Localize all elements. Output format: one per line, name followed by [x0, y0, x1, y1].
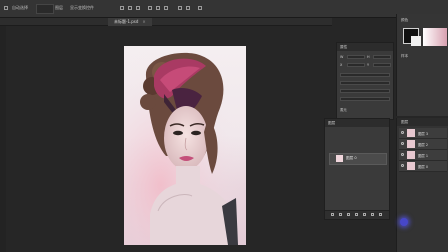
layer-name: 图层 0: [346, 156, 357, 160]
layers-list-title: 图层: [401, 120, 409, 124]
layer-list-item[interactable]: 图层 1: [399, 150, 447, 161]
layers-panel: 图层 图层 0: [324, 118, 390, 220]
layers-header: 图层: [325, 119, 389, 127]
layer-thumbnail: [336, 155, 343, 162]
adjustment-icon[interactable]: [355, 213, 358, 216]
properties-panel: 属性 W H X Y 蒸元: [336, 42, 394, 120]
new-layer-icon[interactable]: [371, 213, 374, 216]
3d-mode-icon[interactable]: [198, 6, 202, 10]
align-left-icon[interactable]: [120, 6, 124, 10]
layer-list-name: 图层 2: [418, 143, 429, 147]
layer-label: 图层: [55, 5, 63, 10]
move-tool-icon[interactable]: [4, 6, 8, 10]
distribute-icon-2[interactable]: [186, 6, 190, 10]
prop-w-label: W: [340, 55, 344, 59]
show-transform-label[interactable]: 显示变换控件: [70, 5, 94, 11]
options-bar: 自动选择 图层 显示变换控件: [0, 0, 448, 18]
color-panel-title: 颜色: [401, 18, 409, 22]
eye-icon[interactable]: [401, 131, 404, 134]
prop-h-label: H: [367, 55, 370, 59]
eye-icon[interactable]: [401, 153, 404, 156]
layer-list-name: 图层 0: [418, 165, 429, 169]
eye-icon[interactable]: [401, 142, 404, 145]
background-color-swatch[interactable]: [411, 36, 421, 46]
link-icon[interactable]: [331, 213, 334, 216]
layer-list-item[interactable]: 图层 3: [399, 128, 447, 139]
layer-row[interactable]: 图层 0: [329, 153, 387, 165]
prop-w-field[interactable]: [347, 55, 365, 59]
prop-row[interactable]: [340, 97, 390, 101]
align-top-icon[interactable]: [148, 6, 152, 10]
align-middle-icon[interactable]: [156, 6, 160, 10]
trash-icon[interactable]: [379, 213, 382, 216]
layer-thumbnail: [407, 140, 415, 148]
prop-row[interactable]: [340, 89, 390, 93]
layer-thumbnail: [407, 151, 415, 159]
layer-list-name: 图层 3: [418, 132, 429, 136]
layers-list-panel: 图层 图层 3 图层 2 图层 1 图层 0: [396, 118, 448, 252]
layers-title: 图层: [328, 121, 336, 125]
document-tab[interactable]: 未标题-1.psd ×: [108, 18, 152, 26]
tool-strip: [0, 26, 6, 252]
layer-thumbnail: [407, 129, 415, 137]
layers-footer: [325, 210, 389, 219]
prop-h-field[interactable]: [373, 55, 391, 59]
properties-header: 属性: [337, 43, 393, 51]
auto-select-dropdown[interactable]: [36, 4, 54, 14]
swatches-label: 样本: [401, 54, 409, 58]
mouse-cursor-highlight: [400, 218, 408, 226]
prop-x-label: X: [340, 63, 343, 67]
fx-icon[interactable]: [339, 213, 342, 216]
close-icon[interactable]: ×: [142, 19, 145, 24]
layer-thumbnail: [407, 162, 415, 170]
document-tab-bar: 未标题-1.psd ×: [0, 18, 332, 26]
align-bottom-icon[interactable]: [164, 6, 168, 10]
distribute-icon[interactable]: [178, 6, 182, 10]
prop-y-label: Y: [367, 63, 370, 67]
prop-x-field[interactable]: [347, 63, 365, 67]
eye-icon[interactable]: [401, 164, 404, 167]
layer-list-item[interactable]: 图层 2: [399, 139, 447, 150]
color-spectrum[interactable]: [423, 28, 447, 46]
prop-row[interactable]: [340, 81, 390, 85]
prop-y-field[interactable]: [373, 63, 391, 67]
layer-list-name: 图层 1: [418, 154, 429, 158]
mask-icon[interactable]: [347, 213, 350, 216]
canvas[interactable]: [124, 46, 246, 245]
portrait-image: [124, 46, 246, 245]
properties-title: 属性: [340, 45, 348, 49]
align-center-icon[interactable]: [128, 6, 132, 10]
color-panel: 颜色 样本: [396, 14, 448, 116]
layers-list-header: 图层: [397, 118, 448, 126]
layer-list-item[interactable]: 图层 0: [399, 161, 447, 172]
document-tab-title: 未标题-1.psd: [114, 19, 139, 24]
auto-select-label[interactable]: 自动选择: [12, 5, 28, 11]
folder-icon[interactable]: [363, 213, 366, 216]
align-right-icon[interactable]: [136, 6, 140, 10]
prop-row[interactable]: [340, 73, 390, 77]
prop-footer-label: 蒸元: [340, 108, 347, 112]
